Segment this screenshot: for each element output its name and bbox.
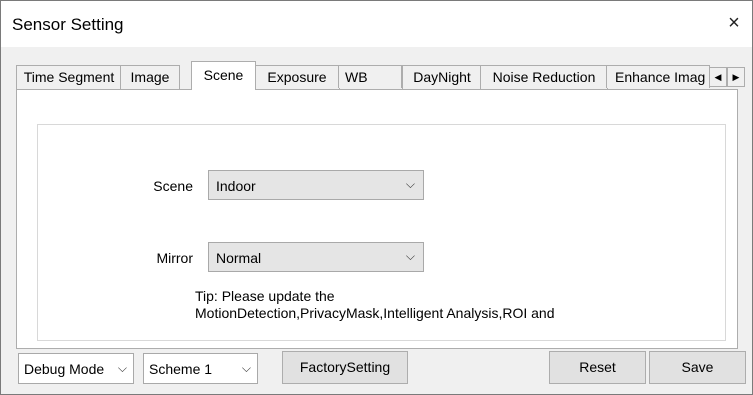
scene-select[interactable]: Indoor ⌵ [208,170,424,200]
chevron-down-icon: ⌵ [241,361,251,376]
mirror-select[interactable]: Normal ⌵ [208,242,424,272]
mirror-label: Mirror [156,250,193,266]
scheme-select[interactable]: Scheme 1 ⌵ [143,353,258,384]
scheme-select-value: Scheme 1 [149,361,213,377]
tab-scroll-left-icon[interactable]: ◀ [709,67,727,87]
mode-select[interactable]: Debug Mode ⌵ [18,353,134,384]
mirror-select-value: Normal [216,250,262,266]
save-button[interactable]: Save [649,351,746,384]
reset-button[interactable]: Reset [549,351,646,384]
tab-wb[interactable]: WB [338,65,402,88]
tab-enhance-image[interactable]: Enhance Imag [606,65,710,88]
tab-label: Scene [203,67,244,83]
scene-select-value: Indoor [216,178,256,194]
title-bar: Sensor Setting × [1,1,752,47]
window-title: Sensor Setting [12,15,124,34]
tab-daynight[interactable]: DayNight [402,65,482,89]
factory-setting-button[interactable]: FactorySetting [282,351,408,384]
tab-strip: Time Segment Image Scene Exposure WB Day… [16,61,745,90]
tab-label: Time Segment [23,69,115,85]
tab-label: DayNight [413,69,471,85]
tab-scroll-right-icon[interactable]: ▶ [727,67,745,87]
mode-select-value: Debug Mode [24,361,105,377]
close-icon[interactable]: × [720,9,748,37]
tab-image[interactable]: Image [120,65,180,89]
tab-label: WB [345,69,368,85]
tab-exposure[interactable]: Exposure [254,65,340,89]
tab-scene[interactable]: Scene [191,61,256,90]
chevron-down-icon: ⌵ [405,249,415,263]
tab-noise-reduction[interactable]: Noise Reduction [480,65,608,89]
tab-label: Noise Reduction [492,69,596,85]
tab-label: Enhance Imag [615,69,706,85]
tip-line-2: MotionDetection,PrivacyMask,Intelligent … [195,305,555,321]
sensor-setting-window: Sensor Setting × Time Segment Image Scen… [0,0,753,395]
tip-text: Tip: Please update the MotionDetection,P… [195,288,695,322]
tab-label: Exposure [267,69,327,85]
tab-time-segment[interactable]: Time Segment [16,65,122,89]
chevron-down-icon: ⌵ [117,361,127,376]
chevron-down-icon: ⌵ [405,177,415,191]
scene-label: Scene [153,178,193,194]
tab-label: Image [130,69,170,85]
tip-line-1: Tip: Please update the [195,288,335,304]
